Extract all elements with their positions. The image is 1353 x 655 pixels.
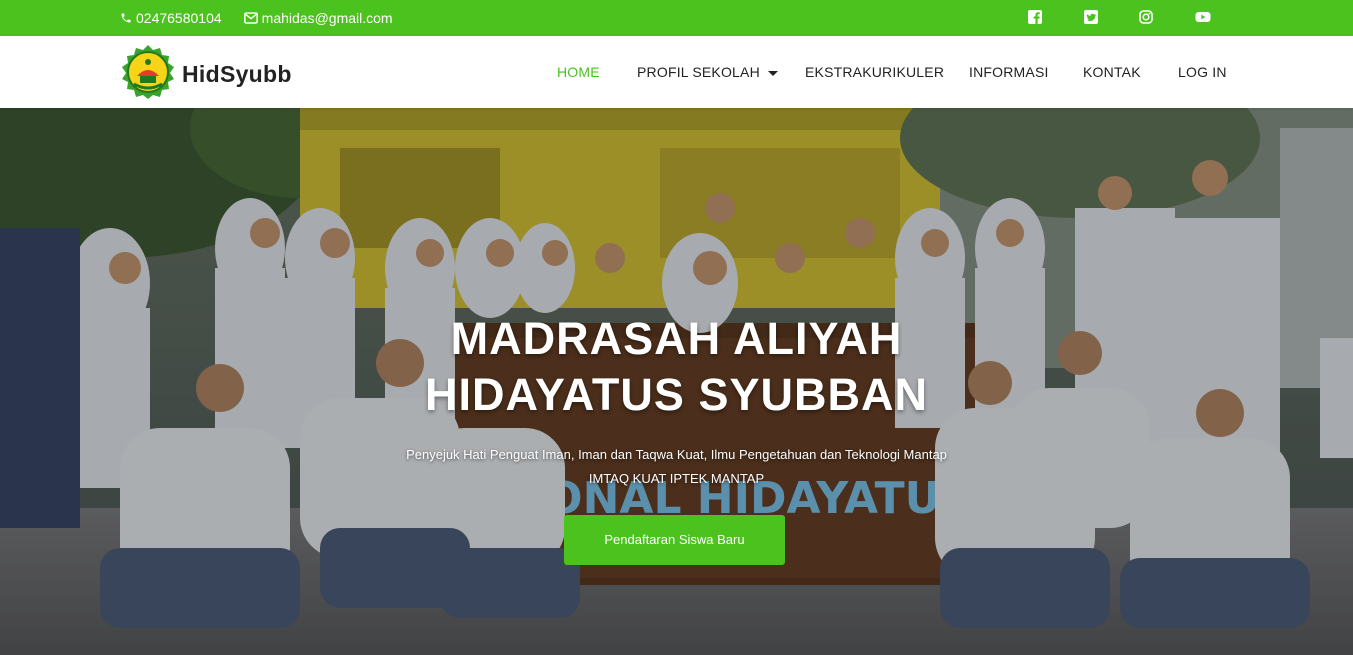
facebook-icon[interactable]: [1028, 10, 1042, 24]
brand-name: HidSyubb: [182, 61, 292, 87]
main-navbar: HidSyubb HOME PROFIL SEKOLAH EKSTRAKURIK…: [0, 36, 1353, 108]
hero-title-line1: MADRASAH ALIYAH: [450, 313, 903, 364]
phone-contact: 02476580104: [120, 10, 222, 26]
nav-profil-sekolah[interactable]: PROFIL SEKOLAH: [637, 36, 778, 108]
hero-section: NASIONAL HIDAYATUS SYUBB MADRASAH ALIYAH…: [0, 108, 1353, 655]
email-contact: mahidas@gmail.com: [243, 10, 393, 26]
hero-title: MADRASAH ALIYAH HIDAYATUS SYUBBAN: [0, 311, 1353, 423]
chevron-down-icon: [767, 70, 778, 76]
phone-icon: [120, 12, 132, 24]
nav-home[interactable]: HOME: [557, 36, 600, 108]
instagram-icon[interactable]: [1139, 10, 1153, 24]
nav-kontak[interactable]: KONTAK: [1083, 36, 1141, 108]
email-address: mahidas@gmail.com: [261, 10, 393, 26]
nav-ekstrakurikuler[interactable]: EKSTRAKURIKULER: [805, 36, 944, 108]
hero-subtitle: Penyejuk Hati Penguat Iman, Iman dan Taq…: [406, 447, 947, 462]
brand[interactable]: HidSyubb: [120, 44, 292, 105]
twitter-icon[interactable]: [1084, 10, 1098, 24]
hero-title-line2: HIDAYATUS SYUBBAN: [425, 369, 928, 420]
hero-tagline: IMTAQ KUAT IPTEK MANTAP: [588, 471, 765, 486]
phone-number: 02476580104: [136, 10, 222, 26]
hero-subtitle-block: Penyejuk Hati Penguat Iman, Iman dan Taq…: [0, 443, 1353, 491]
top-bar: 02476580104 mahidas@gmail.com: [0, 0, 1353, 36]
school-crest-logo: [120, 44, 176, 105]
registration-button[interactable]: Pendaftaran Siswa Baru: [564, 515, 785, 565]
youtube-icon[interactable]: [1195, 10, 1211, 24]
nav-profil-sekolah-label: PROFIL SEKOLAH: [637, 64, 760, 80]
nav-log-in[interactable]: LOG IN: [1178, 36, 1227, 108]
contact-info: 02476580104 mahidas@gmail.com: [120, 0, 393, 36]
envelope-icon: [243, 12, 258, 24]
nav-informasi[interactable]: INFORMASI: [969, 36, 1049, 108]
